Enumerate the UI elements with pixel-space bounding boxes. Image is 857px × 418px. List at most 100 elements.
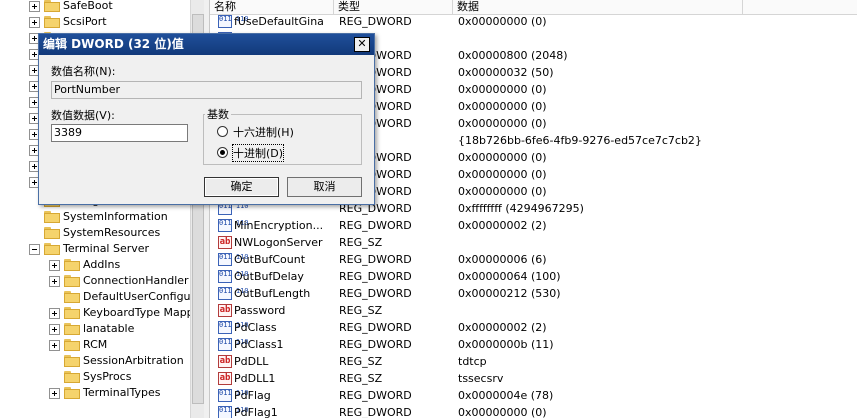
- folder-icon: [64, 291, 80, 303]
- value-name: OutBufCount: [234, 253, 306, 266]
- tree-item-label: DefaultUserConfigu: [83, 290, 191, 303]
- tree-item-label: KeyboardType Mappi: [83, 306, 197, 319]
- tree-item-label: RCM: [83, 338, 108, 351]
- tree-item-label: SystemResources: [63, 226, 161, 239]
- tree-item-label: TerminalTypes: [83, 386, 161, 399]
- value-data-label: 数值数据(V):: [51, 109, 115, 122]
- expand-plus-icon[interactable]: [49, 308, 60, 319]
- value-name-label: 数值名称(N):: [51, 65, 116, 78]
- value-data: 0xffffffff (4294967295): [458, 202, 584, 215]
- value-type: REG_DWORD: [339, 15, 412, 28]
- tree-item-label: AddIns: [83, 258, 121, 271]
- value-row[interactable]: ab PdDLL REG_SZ tdtcp: [210, 353, 857, 370]
- value-data: tssecsrv: [458, 372, 504, 385]
- value-type: REG_SZ: [339, 236, 383, 249]
- expand-plus-icon[interactable]: [49, 276, 60, 287]
- value-row[interactable]: 011 110 PdClass REG_DWORD 0x00000002 (2): [210, 319, 857, 336]
- value-data: 0x0000000b (11): [458, 338, 554, 351]
- folder-icon: [44, 16, 60, 28]
- column-header-type[interactable]: 类型: [334, 0, 453, 14]
- value-type: REG_SZ: [339, 355, 383, 368]
- value-data: 0x00000000 (0): [458, 151, 547, 164]
- value-row[interactable]: ab PdDLL1 REG_SZ tssecsrv: [210, 370, 857, 387]
- value-row[interactable]: ab Password REG_SZ: [210, 302, 857, 319]
- folder-icon: [64, 259, 80, 271]
- hex-radio-label[interactable]: 十六进制(H): [233, 124, 294, 140]
- collapse-minus-icon[interactable]: [29, 244, 40, 255]
- value-data: 0x00000002 (2): [458, 219, 547, 232]
- tree-item-label: SystemInformation: [63, 210, 168, 223]
- base-groupbox-title: 基数: [205, 106, 231, 122]
- binary-value-icon: 011 110: [218, 219, 249, 232]
- dialog-title-bar[interactable]: 编辑 DWORD (32 位)值 ✕: [39, 34, 374, 55]
- value-row[interactable]: 011 110 PdFlag1 REG_DWORD 0x00000000 (0): [210, 404, 857, 418]
- folder-icon: [44, 211, 60, 223]
- binary-value-icon: 011 110: [218, 389, 249, 402]
- value-type: REG_SZ: [339, 372, 383, 385]
- value-row[interactable]: 011 110 PdFlag REG_DWORD 0x0000004e (78): [210, 387, 857, 404]
- value-data: 0x00000002 (2): [458, 321, 547, 334]
- binary-value-icon: 011 110: [218, 270, 249, 283]
- value-data: 0x00000000 (0): [458, 15, 547, 28]
- decimal-radio[interactable]: [217, 147, 228, 158]
- value-name-field: PortNumber: [51, 81, 362, 99]
- hex-radio[interactable]: [217, 126, 228, 137]
- edit-dword-dialog: 编辑 DWORD (32 位)值 ✕ 数值名称(N): PortNumber 数…: [38, 33, 375, 205]
- value-row[interactable]: 011 110 PdClass1 REG_DWORD 0x0000000b (11): [210, 336, 857, 353]
- close-button[interactable]: ✕: [354, 37, 370, 52]
- value-name: PdDLL1: [234, 372, 276, 385]
- value-data: 0x00000000 (0): [458, 100, 547, 113]
- value-type: REG_DWORD: [339, 270, 412, 283]
- expand-plus-icon[interactable]: [49, 324, 60, 335]
- cancel-button[interactable]: 取消: [287, 177, 362, 197]
- decimal-radio-label[interactable]: 十进制(D): [231, 144, 285, 162]
- binary-value-icon: 011 110: [218, 321, 249, 334]
- string-value-icon: ab: [218, 304, 232, 317]
- value-data: 0x00000800 (2048): [458, 49, 568, 62]
- expand-plus-icon[interactable]: [49, 340, 60, 351]
- folder-icon: [44, 227, 60, 239]
- value-row[interactable]: ab NWLogonServer REG_SZ: [210, 234, 857, 251]
- value-data: {18b726bb-6fe6-4fb9-9276-ed57ce7c7cb2}: [458, 134, 702, 147]
- value-type: REG_DWORD: [339, 253, 412, 266]
- folder-icon: [64, 339, 80, 351]
- value-data: 0x00000000 (0): [458, 168, 547, 181]
- ok-button[interactable]: 确定: [204, 177, 279, 197]
- expand-plus-icon[interactable]: [49, 260, 60, 271]
- value-data-input[interactable]: 3389: [51, 124, 188, 142]
- value-row[interactable]: 011 110 MinEncryption... REG_DWORD 0x000000…: [210, 217, 857, 234]
- value-name: PdClass1: [234, 338, 284, 351]
- value-row[interactable]: 011 110 fUseDefaultGina REG_DWORD 0x0000000…: [210, 13, 857, 30]
- value-data: 0x00000064 (100): [458, 270, 561, 283]
- value-row[interactable]: 011 110 OutBufDelay REG_DWORD 0x00000064 (1…: [210, 268, 857, 285]
- string-value-icon: ab: [218, 355, 232, 368]
- expand-plus-icon[interactable]: [49, 388, 60, 399]
- value-name: Password: [234, 304, 286, 317]
- value-name: PdClass: [234, 321, 277, 334]
- string-value-icon: ab: [218, 236, 232, 249]
- tree-item-label: ConnectionHandler: [83, 274, 189, 287]
- value-type: REG_DWORD: [339, 287, 412, 300]
- value-type: REG_DWORD: [339, 389, 412, 402]
- value-type: REG_DWORD: [339, 321, 412, 334]
- folder-icon: [64, 355, 80, 367]
- value-data: 0x00000000 (0): [458, 117, 547, 130]
- value-data: 0x00000032 (50): [458, 66, 554, 79]
- column-header-data[interactable]: 数据: [453, 0, 743, 14]
- folder-icon: [44, 243, 60, 255]
- value-data: 0x00000212 (530): [458, 287, 561, 300]
- column-header-name[interactable]: 名称: [210, 0, 334, 14]
- binary-value-icon: 011 110: [218, 15, 249, 28]
- binary-value-icon: 011 110: [218, 287, 249, 300]
- expand-plus-icon[interactable]: [29, 1, 40, 12]
- expand-plus-icon[interactable]: [29, 17, 40, 28]
- value-data: 0x00000000 (0): [458, 185, 547, 198]
- tree-item-label: lanatable: [83, 322, 135, 335]
- value-type: REG_DWORD: [339, 338, 412, 351]
- tree-item-label: SafeBoot: [63, 0, 113, 12]
- folder-icon: [64, 387, 80, 399]
- value-row[interactable]: 011 110 OutBufLength REG_DWORD 0x00000212 (…: [210, 285, 857, 302]
- folder-icon: [64, 275, 80, 287]
- value-row[interactable]: 011 110 OutBufCount REG_DWORD 0x00000006 (6…: [210, 251, 857, 268]
- value-name: MinEncryption...: [234, 219, 324, 232]
